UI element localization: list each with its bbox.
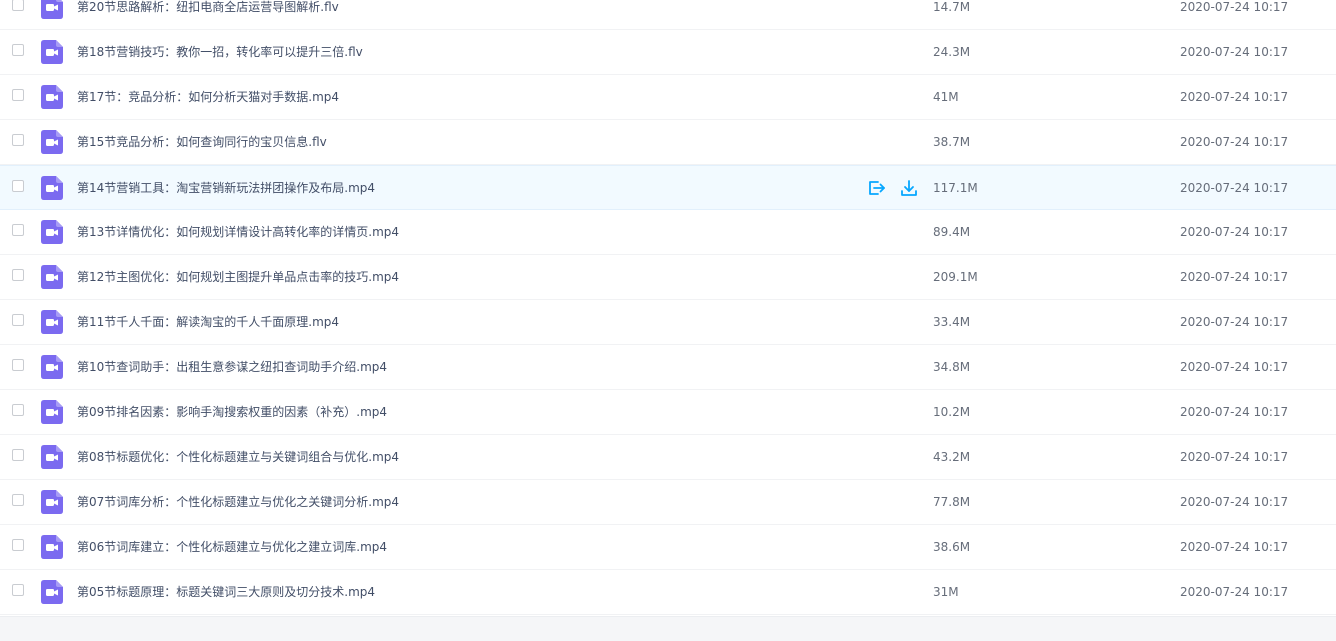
video-file-icon [41,535,63,559]
video-file-icon [41,40,63,64]
video-file-icon [41,176,63,200]
file-row[interactable]: 第11节千人千面：解读淘宝的千人千面原理.mp4 33.4M 2020-07-24 … [0,300,1336,345]
file-size: 24.3M [933,45,971,59]
file-row[interactable]: 第17节：竞品分析：如何分析天猫对手数据.mp4 41M 2020-07-24 10… [0,75,1336,120]
row-checkbox[interactable] [12,584,24,596]
file-list: 第20节思路解析：纽扣电商全店运营导图解析.flv 14.7M 2020-07-24… [0,0,1336,615]
download-icon[interactable] [899,178,919,198]
video-file-icon [41,355,63,379]
bottom-bar [0,616,1336,641]
file-name-link[interactable]: 第13节详情优化：如何规划详情设计高转化率的详情页.mp4 [77,224,399,240]
video-file-icon [41,400,63,424]
file-size: 10.2M [933,405,971,419]
row-checkbox[interactable] [12,44,24,56]
file-modified-date: 2020-07-24 10:17 [1180,181,1289,195]
file-name-link[interactable]: 第05节标题原理：标题关键词三大原则及切分技术.mp4 [77,584,375,600]
file-modified-date: 2020-07-24 10:17 [1180,540,1289,554]
file-modified-date: 2020-07-24 10:17 [1180,405,1289,419]
file-row[interactable]: 第13节详情优化：如何规划详情设计高转化率的详情页.mp4 89.4M 2020-0… [0,210,1336,255]
file-row[interactable]: 第06节词库建立：个性化标题建立与优化之建立词库.mp4 38.6M 2020-07… [0,525,1336,570]
file-name-link[interactable]: 第08节标题优化：个性化标题建立与关键词组合与优化.mp4 [77,449,399,465]
file-name-link[interactable]: 第18节营销技巧：教你一招，转化率可以提升三倍.flv [77,44,363,60]
file-size: 14.7M [933,0,971,14]
video-file-icon [41,265,63,289]
file-name-link[interactable]: 第20节思路解析：纽扣电商全店运营导图解析.flv [77,0,339,15]
file-modified-date: 2020-07-24 10:17 [1180,585,1289,599]
file-row[interactable]: 第18节营销技巧：教你一招，转化率可以提升三倍.flv 24.3M 2020-07-… [0,30,1336,75]
row-checkbox[interactable] [12,134,24,146]
row-checkbox[interactable] [12,539,24,551]
file-name-link[interactable]: 第07节词库分析：个性化标题建立与优化之关键词分析.mp4 [77,494,399,510]
video-file-icon [41,445,63,469]
row-checkbox[interactable] [12,89,24,101]
row-checkbox[interactable] [12,404,24,416]
row-checkbox[interactable] [12,449,24,461]
file-modified-date: 2020-07-24 10:17 [1180,90,1289,104]
file-row[interactable]: 第12节主图优化：如何规划主图提升单品点击率的技巧.mp4 209.1M 2020-… [0,255,1336,300]
file-name-link[interactable]: 第06节词库建立：个性化标题建立与优化之建立词库.mp4 [77,539,387,555]
file-name-link[interactable]: 第17节：竞品分析：如何分析天猫对手数据.mp4 [77,89,339,105]
row-checkbox[interactable] [12,224,24,236]
file-modified-date: 2020-07-24 10:17 [1180,450,1289,464]
file-size: 34.8M [933,360,971,374]
video-file-icon [41,490,63,514]
video-file-icon [41,580,63,604]
file-size: 38.6M [933,540,971,554]
row-checkbox[interactable] [12,180,24,192]
file-size: 38.7M [933,135,971,149]
video-file-icon [41,220,63,244]
file-name-link[interactable]: 第11节千人千面：解读淘宝的千人千面原理.mp4 [77,314,339,330]
file-modified-date: 2020-07-24 10:17 [1180,135,1289,149]
video-file-icon [41,130,63,154]
file-name-link[interactable]: 第15节竞品分析：如何查询同行的宝贝信息.flv [77,134,327,150]
file-modified-date: 2020-07-24 10:17 [1180,270,1289,284]
file-row[interactable]: 第07节词库分析：个性化标题建立与优化之关键词分析.mp4 77.8M 2020-0… [0,480,1336,525]
share-icon[interactable] [866,178,886,198]
file-modified-date: 2020-07-24 10:17 [1180,495,1289,509]
file-size: 31M [933,585,959,599]
file-row[interactable]: 第09节排名因素：影响手淘搜索权重的因素（补充）.mp4 10.2M 2020-07… [0,390,1336,435]
file-row[interactable]: 第15节竞品分析：如何查询同行的宝贝信息.flv 38.7M 2020-07-24 … [0,120,1336,165]
file-row[interactable]: 第20节思路解析：纽扣电商全店运营导图解析.flv 14.7M 2020-07-24… [0,0,1336,30]
file-name-link[interactable]: 第10节查词助手：出租生意参谋之纽扣查词助手介绍.mp4 [77,359,387,375]
row-checkbox[interactable] [12,269,24,281]
file-size: 43.2M [933,450,971,464]
video-file-icon [41,310,63,334]
file-name-link[interactable]: 第09节排名因素：影响手淘搜索权重的因素（补充）.mp4 [77,404,387,420]
file-row[interactable]: 第14节营销工具：淘宝营销新玩法拼团操作及布局.mp4 117.1M 2020-07… [0,165,1336,210]
row-checkbox[interactable] [12,359,24,371]
file-name-link[interactable]: 第14节营销工具：淘宝营销新玩法拼团操作及布局.mp4 [77,180,375,196]
video-file-icon [41,85,63,109]
file-size: 33.4M [933,315,971,329]
file-list-viewport: 第20节思路解析：纽扣电商全店运营导图解析.flv 14.7M 2020-07-24… [0,0,1336,641]
file-size: 41M [933,90,959,104]
video-file-icon [41,0,63,19]
file-modified-date: 2020-07-24 10:17 [1180,225,1289,239]
file-modified-date: 2020-07-24 10:17 [1180,0,1289,14]
file-row[interactable]: 第08节标题优化：个性化标题建立与关键词组合与优化.mp4 43.2M 2020-0… [0,435,1336,480]
row-checkbox[interactable] [12,314,24,326]
file-row[interactable]: 第05节标题原理：标题关键词三大原则及切分技术.mp4 31M 2020-07-24… [0,570,1336,615]
file-row[interactable]: 第10节查词助手：出租生意参谋之纽扣查词助手介绍.mp4 34.8M 2020-07… [0,345,1336,390]
file-size: 77.8M [933,495,971,509]
file-modified-date: 2020-07-24 10:17 [1180,315,1289,329]
file-size: 117.1M [933,181,978,195]
row-checkbox[interactable] [12,0,24,11]
file-modified-date: 2020-07-24 10:17 [1180,45,1289,59]
file-size: 209.1M [933,270,978,284]
row-checkbox[interactable] [12,494,24,506]
file-modified-date: 2020-07-24 10:17 [1180,360,1289,374]
file-name-link[interactable]: 第12节主图优化：如何规划主图提升单品点击率的技巧.mp4 [77,269,399,285]
file-size: 89.4M [933,225,971,239]
